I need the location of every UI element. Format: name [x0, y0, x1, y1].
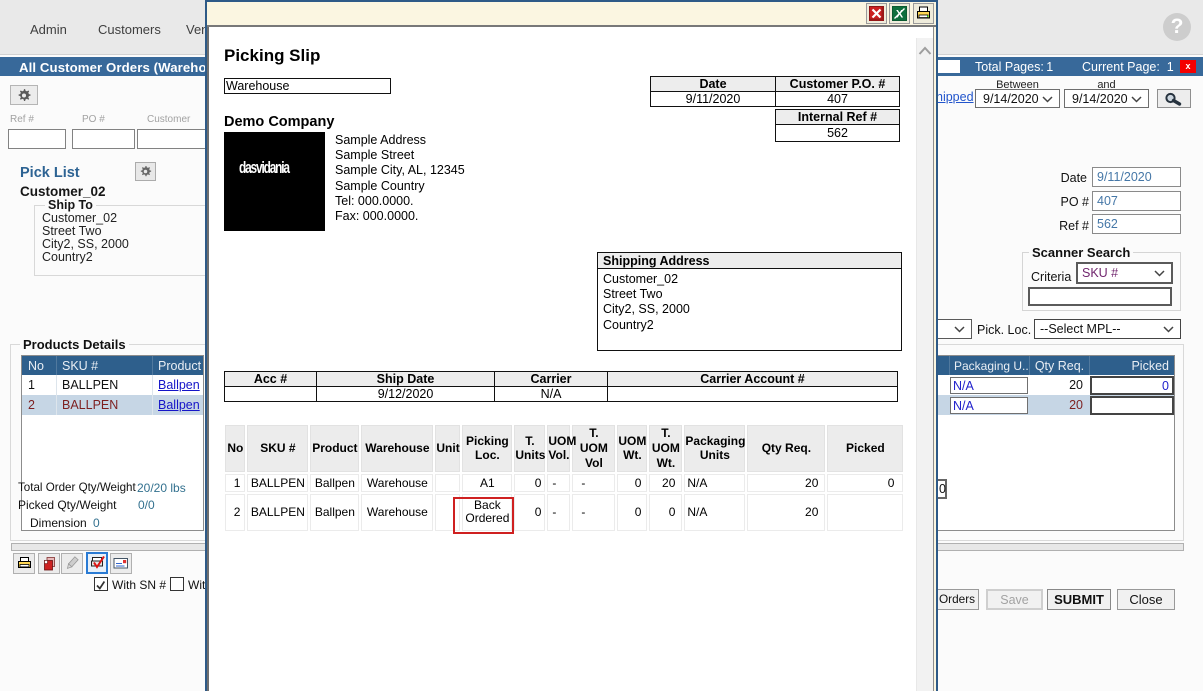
svg-text:X: X — [896, 9, 904, 21]
